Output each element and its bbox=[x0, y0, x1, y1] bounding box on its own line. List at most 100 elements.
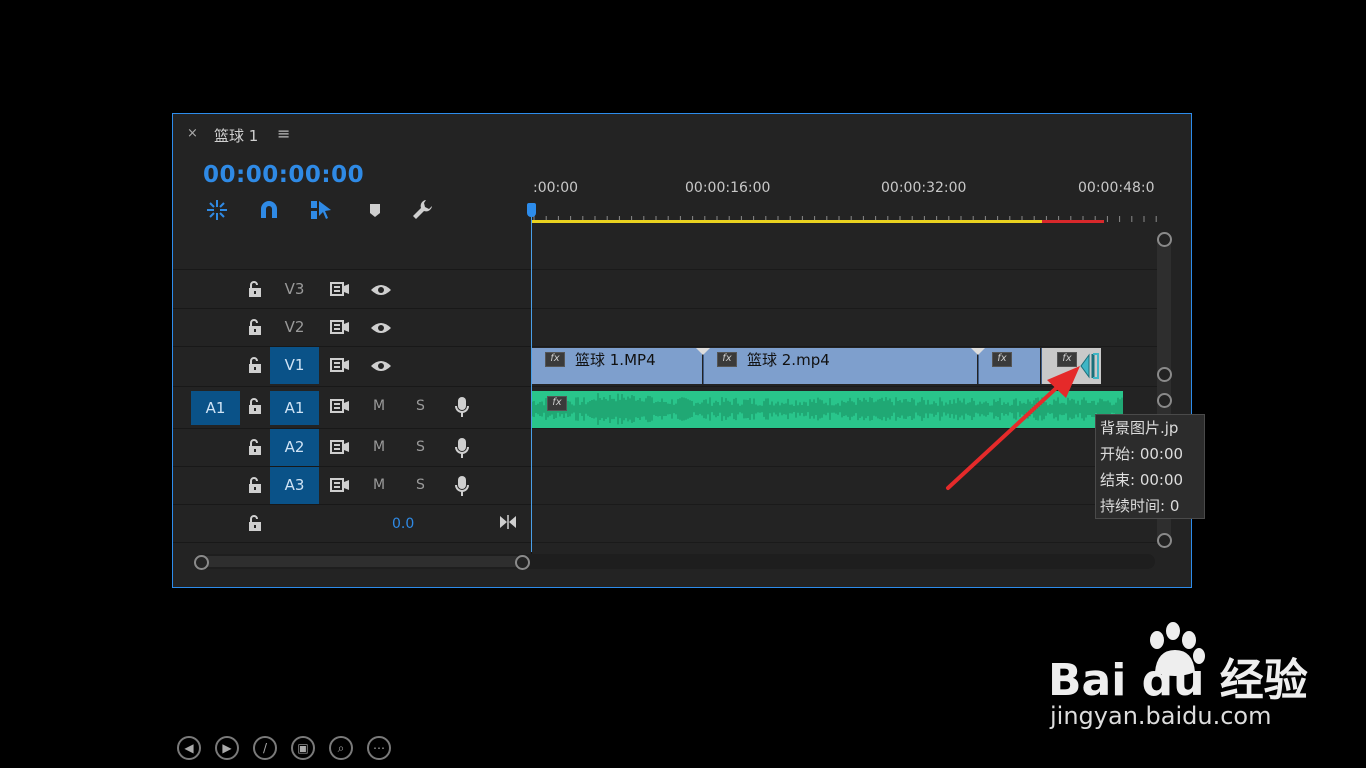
tooltip-line: 开始: 00:00 bbox=[1100, 445, 1184, 463]
previous-slide-icon[interactable]: ◀ bbox=[177, 736, 201, 760]
sync-lock-icon[interactable] bbox=[330, 398, 350, 414]
video-clip[interactable]: fx 篮球 2.mp4 bbox=[703, 348, 977, 384]
panel-menu-icon[interactable]: ≡ bbox=[277, 124, 290, 143]
toggle-output-eye-icon[interactable] bbox=[370, 359, 392, 373]
pen-icon[interactable]: / bbox=[253, 736, 277, 760]
transition-marker-icon bbox=[971, 348, 985, 355]
sync-lock-icon[interactable] bbox=[330, 319, 350, 335]
voice-over-record-icon[interactable] bbox=[455, 396, 469, 418]
lock-track-icon[interactable] bbox=[247, 514, 263, 532]
zoom-handle-left[interactable] bbox=[194, 555, 209, 570]
clip-tooltip: 背景图片.jp 开始: 00:00 结束: 00:00 持续时间: 0 bbox=[1095, 414, 1205, 519]
playhead-handle[interactable] bbox=[527, 203, 536, 217]
render-needed-bar bbox=[1042, 220, 1104, 223]
go-to-edit-point-icon[interactable] bbox=[499, 515, 517, 529]
solo-track-button[interactable]: S bbox=[416, 477, 425, 493]
clip-name: 篮球 1.MP4 bbox=[575, 351, 656, 369]
lock-track-icon[interactable] bbox=[247, 356, 263, 374]
mute-track-button[interactable]: M bbox=[373, 477, 385, 493]
lock-track-icon[interactable] bbox=[247, 476, 263, 494]
mute-track-button[interactable]: M bbox=[373, 398, 385, 414]
track-divider bbox=[173, 386, 532, 387]
slides-icon[interactable]: ▣ bbox=[291, 736, 315, 760]
scroll-zoom-handle[interactable] bbox=[1157, 232, 1172, 247]
sync-lock-icon[interactable] bbox=[330, 477, 350, 493]
track-target-v3[interactable]: V3 bbox=[270, 271, 319, 308]
insert-overwrite-icon[interactable] bbox=[205, 198, 229, 222]
track-divider bbox=[532, 542, 1157, 543]
track-divider bbox=[532, 504, 1157, 505]
zoom-handle-right[interactable] bbox=[515, 555, 530, 570]
baidu-brand-text: Bai du 经验 bbox=[1048, 655, 1308, 706]
toggle-output-eye-icon[interactable] bbox=[370, 321, 392, 335]
lock-track-icon[interactable] bbox=[247, 318, 263, 336]
baidu-url-text: jingyan.baidu.com bbox=[1050, 702, 1272, 730]
source-patch-a1[interactable]: A1 bbox=[191, 391, 240, 425]
transition-marker-icon bbox=[696, 348, 710, 355]
annotation-arrow-icon bbox=[946, 366, 1080, 490]
track-target-v1[interactable]: V1 bbox=[270, 347, 319, 384]
track-header-v2: V2 bbox=[173, 309, 532, 346]
more-icon[interactable]: ⋯ bbox=[367, 736, 391, 760]
track-divider bbox=[532, 346, 1157, 347]
track-header-a1: A1 A1 M S bbox=[173, 388, 532, 425]
lock-track-icon[interactable] bbox=[247, 280, 263, 298]
ruler-label: 00:00:32:00 bbox=[881, 180, 967, 196]
work-area-bar[interactable] bbox=[532, 220, 1042, 223]
ruler-label: :00:00 bbox=[533, 180, 579, 196]
solo-track-button[interactable]: S bbox=[416, 439, 425, 455]
snap-magnet-icon[interactable] bbox=[257, 198, 281, 222]
track-divider bbox=[532, 308, 1157, 309]
tooltip-line: 背景图片.jp bbox=[1100, 419, 1179, 437]
ruler-label: 00:00:16:00 bbox=[685, 180, 771, 196]
scroll-zoom-handle[interactable] bbox=[1157, 393, 1172, 408]
track-target-a3[interactable]: A3 bbox=[270, 467, 319, 504]
ruler-label: 00:00:48:0 bbox=[1078, 180, 1155, 196]
lock-track-icon[interactable] bbox=[247, 438, 263, 456]
track-header-a2: A2 M S bbox=[173, 429, 532, 466]
track-target-a1[interactable]: A1 bbox=[270, 391, 319, 425]
track-header-v1: V1 bbox=[173, 347, 532, 384]
horizontal-scroll-thumb[interactable] bbox=[201, 556, 521, 567]
track-target-a2[interactable]: A2 bbox=[270, 429, 319, 466]
close-tab-icon[interactable]: × bbox=[187, 126, 198, 141]
tooltip-line: 结束: 00:00 bbox=[1100, 471, 1184, 489]
tooltip-line: 持续时间: 0 bbox=[1100, 497, 1180, 515]
scroll-zoom-handle[interactable] bbox=[1157, 533, 1172, 548]
master-volume-value[interactable]: 0.0 bbox=[392, 516, 414, 532]
playhead-line[interactable] bbox=[531, 204, 532, 552]
next-slide-icon[interactable]: ▶ bbox=[215, 736, 239, 760]
solo-track-button[interactable]: S bbox=[416, 398, 425, 414]
zoom-icon[interactable]: ⌕ bbox=[329, 736, 353, 760]
track-divider bbox=[173, 269, 532, 270]
sync-lock-icon[interactable] bbox=[330, 357, 350, 373]
baidu-watermark: Bai du 经验 jingyan.baidu.com bbox=[1048, 620, 1308, 740]
linked-selection-icon[interactable] bbox=[309, 198, 333, 222]
track-header-v3: V3 bbox=[173, 271, 532, 308]
sync-lock-icon[interactable] bbox=[330, 439, 350, 455]
sequence-tab-title[interactable]: 篮球 1 bbox=[214, 125, 258, 146]
settings-wrench-icon[interactable] bbox=[411, 198, 435, 222]
lock-track-icon[interactable] bbox=[247, 397, 263, 415]
toggle-output-eye-icon[interactable] bbox=[370, 283, 392, 297]
clip-name: 篮球 2.mp4 bbox=[747, 351, 830, 369]
fx-badge-icon: fx bbox=[547, 396, 567, 411]
track-target-v2[interactable]: V2 bbox=[270, 309, 319, 346]
playhead-timecode[interactable]: 00:00:00:00 bbox=[203, 162, 364, 188]
timeline-panel: × 篮球 1 ≡ 00:00:00:00 :00:00 00:00:16:00 … bbox=[172, 113, 1192, 588]
track-header-master: 0.0 bbox=[173, 505, 532, 542]
time-ruler[interactable]: :00:00 00:00:16:00 00:00:32:00 00:00:48:… bbox=[532, 154, 1157, 224]
scroll-zoom-handle[interactable] bbox=[1157, 367, 1172, 382]
sync-lock-icon[interactable] bbox=[330, 281, 350, 297]
voice-over-record-icon[interactable] bbox=[455, 475, 469, 497]
fx-badge-icon: fx bbox=[545, 352, 565, 367]
add-marker-icon[interactable] bbox=[363, 198, 387, 222]
track-divider bbox=[532, 269, 1157, 270]
mute-track-button[interactable]: M bbox=[373, 439, 385, 455]
track-header-a3: A3 M S bbox=[173, 467, 532, 504]
video-clip[interactable]: fx 篮球 1.MP4 bbox=[532, 348, 702, 384]
track-divider bbox=[173, 542, 532, 543]
tab-bar: × 篮球 1 ≡ bbox=[173, 114, 1191, 154]
fx-badge-icon: fx bbox=[717, 352, 737, 367]
voice-over-record-icon[interactable] bbox=[455, 437, 469, 459]
